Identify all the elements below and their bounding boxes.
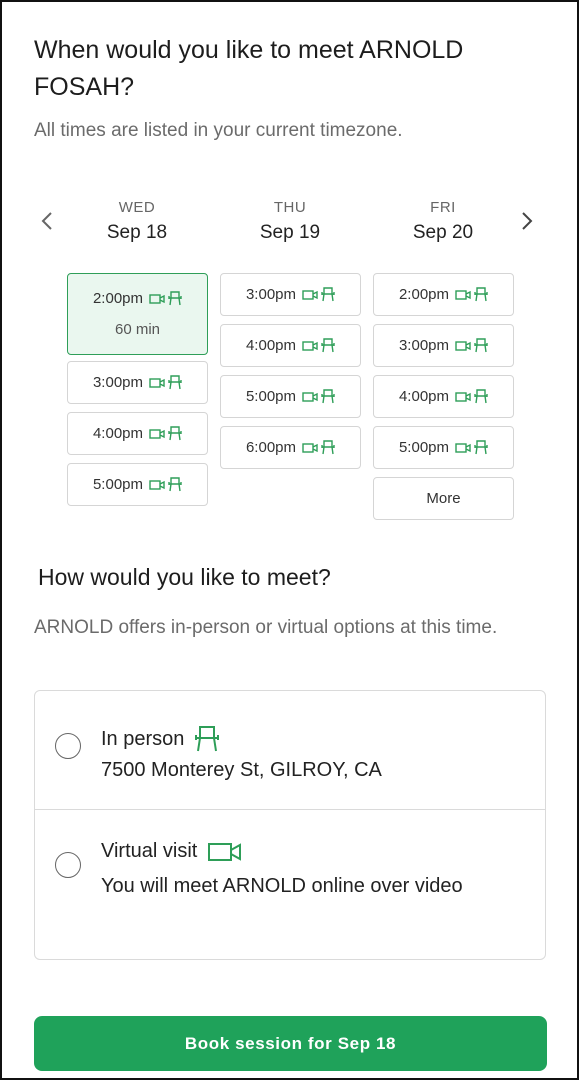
- chair-icon: [474, 389, 488, 404]
- day-of-week: WED: [118, 199, 156, 216]
- video-icon: [208, 842, 242, 861]
- video-icon: [149, 479, 165, 490]
- time-slot[interactable]: 4:00pm: [373, 375, 514, 418]
- slot-time: 3:00pm: [92, 374, 144, 391]
- time-slot[interactable]: 4:00pm: [220, 324, 361, 367]
- video-icon: [455, 340, 471, 351]
- time-slot-selected[interactable]: 2:00pm 60 min: [67, 273, 208, 355]
- option-virtual[interactable]: Virtual visit You will meet ARNOLD onlin…: [35, 810, 545, 960]
- slot-time: 2:00pm: [398, 286, 450, 303]
- time-slot[interactable]: 5:00pm: [220, 375, 361, 418]
- chair-icon: [321, 287, 335, 302]
- page-title: When would you like to meet ARNOLD FOSAH…: [34, 36, 464, 101]
- chair-icon: [195, 726, 220, 752]
- chair-icon: [321, 389, 335, 404]
- more-times-button[interactable]: More: [373, 477, 514, 520]
- option-label: In person: [101, 727, 185, 750]
- in-person-radio[interactable]: [55, 733, 81, 759]
- meeting-type-heading: How would you like to meet?: [38, 564, 331, 590]
- booking-panel: When would you like to meet ARNOLD FOSAH…: [0, 0, 579, 1080]
- chair-icon: [168, 291, 182, 306]
- slot-time: 4:00pm: [92, 425, 144, 442]
- time-slot[interactable]: 2:00pm: [373, 273, 514, 316]
- chair-icon: [168, 426, 182, 441]
- day-of-week: FRI: [430, 199, 456, 216]
- day-date: Sep 20: [412, 222, 474, 243]
- video-icon: [302, 289, 318, 300]
- video-icon: [302, 442, 318, 453]
- virtual-radio[interactable]: [55, 852, 81, 878]
- slot-duration: 60 min: [114, 321, 161, 338]
- option-label: Virtual visit: [101, 840, 198, 862]
- day-header-wed: WED Sep 18: [67, 199, 207, 244]
- chair-icon: [168, 477, 182, 492]
- slot-time: 4:00pm: [398, 388, 450, 405]
- video-icon: [302, 391, 318, 402]
- slot-time: 6:00pm: [245, 439, 297, 456]
- day-of-week: THU: [273, 199, 307, 216]
- meeting-options: In person 7500 Monterey St, GILROY, CA V…: [34, 690, 546, 960]
- video-icon: [302, 340, 318, 351]
- chevron-left-icon: [41, 212, 52, 230]
- day-date: Sep 18: [106, 222, 168, 243]
- day-header-fri: FRI Sep 20: [373, 199, 513, 244]
- day-header-thu: THU Sep 19: [220, 199, 360, 244]
- chair-icon: [168, 375, 182, 390]
- option-detail: 7500 Monterey St, GILROY, CA: [101, 759, 382, 781]
- option-detail: You will meet ARNOLD online over video: [101, 875, 463, 897]
- time-slot[interactable]: 3:00pm: [220, 273, 361, 316]
- book-session-button[interactable]: Book session for Sep 18: [34, 1016, 547, 1071]
- video-icon: [455, 442, 471, 453]
- slot-time: 3:00pm: [398, 337, 450, 354]
- chair-icon: [474, 440, 488, 455]
- chair-icon: [321, 440, 335, 455]
- slot-time: 5:00pm: [398, 439, 450, 456]
- time-slot[interactable]: 6:00pm: [220, 426, 361, 469]
- slot-time: 5:00pm: [92, 476, 144, 493]
- day-date: Sep 19: [259, 222, 321, 243]
- slot-time: 3:00pm: [245, 286, 297, 303]
- option-in-person[interactable]: In person 7500 Monterey St, GILROY, CA: [35, 691, 545, 810]
- time-slot[interactable]: 5:00pm: [67, 463, 208, 506]
- time-slot[interactable]: 5:00pm: [373, 426, 514, 469]
- chair-icon: [321, 338, 335, 353]
- video-icon: [149, 293, 165, 304]
- timezone-note: All times are listed in your current tim…: [34, 120, 403, 141]
- slot-time: 2:00pm: [92, 290, 144, 307]
- prev-week-button[interactable]: [36, 207, 58, 237]
- time-slot[interactable]: 4:00pm: [67, 412, 208, 455]
- slot-time: 5:00pm: [245, 388, 297, 405]
- next-week-button[interactable]: [516, 207, 538, 237]
- chair-icon: [474, 287, 488, 302]
- video-icon: [149, 377, 165, 388]
- chair-icon: [474, 338, 488, 353]
- video-icon: [149, 428, 165, 439]
- time-slot[interactable]: 3:00pm: [67, 361, 208, 404]
- slot-time: 4:00pm: [245, 337, 297, 354]
- time-slot[interactable]: 3:00pm: [373, 324, 514, 367]
- video-icon: [455, 391, 471, 402]
- meeting-type-description: ARNOLD offers in-person or virtual optio…: [34, 617, 498, 638]
- video-icon: [455, 289, 471, 300]
- chevron-right-icon: [522, 212, 533, 230]
